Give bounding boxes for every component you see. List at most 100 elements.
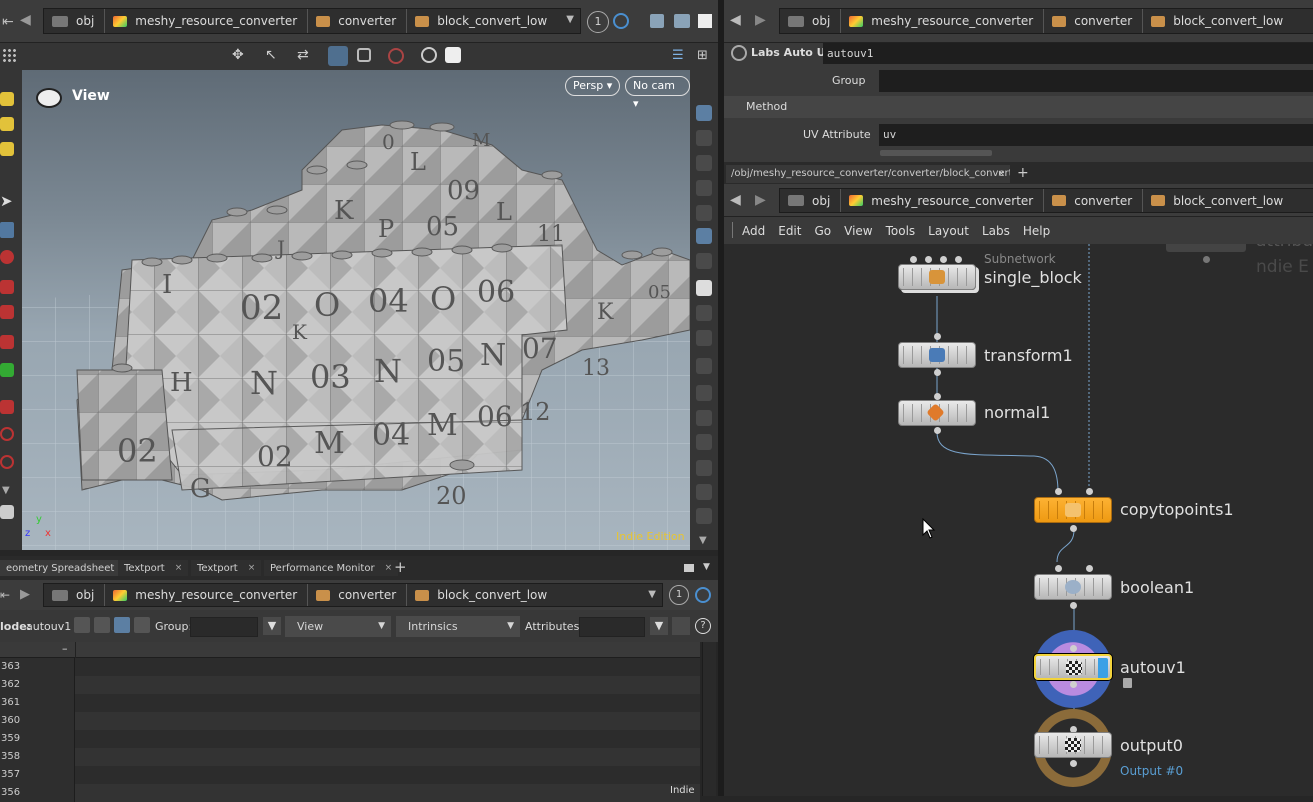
- close-icon[interactable]: ×: [248, 563, 256, 573]
- tab-textport-1[interactable]: Textport ×: [118, 560, 189, 576]
- desktop-number[interactable]: 1: [587, 11, 609, 33]
- subnet-input-dot[interactable]: [940, 256, 947, 263]
- table-row[interactable]: 359: [0, 730, 700, 748]
- ghost-icon[interactable]: [696, 228, 712, 244]
- crumb-obj[interactable]: obj: [780, 189, 842, 212]
- move-tool-icon[interactable]: ↖: [265, 47, 283, 65]
- bottom-desktop-number[interactable]: 1: [669, 585, 689, 605]
- tab-performance-monitor[interactable]: Performance Monitor ×: [264, 560, 399, 576]
- normal-icon[interactable]: [696, 385, 712, 401]
- pane-icon-1[interactable]: [650, 14, 664, 28]
- select-tool-icon[interactable]: ✥: [232, 47, 250, 65]
- viewport-3d[interactable]: 02 O 04 O 06 N 03 N 05 N 07 02 M 04 M 06…: [22, 70, 690, 550]
- dot-icon[interactable]: [696, 358, 712, 374]
- primitives-mode-icon[interactable]: [114, 617, 130, 633]
- expand-tools-icon[interactable]: ▼: [2, 485, 10, 496]
- close-view-icon[interactable]: [696, 180, 712, 196]
- eraser-tool-icon[interactable]: [0, 142, 14, 156]
- menu-go[interactable]: Go: [814, 224, 831, 238]
- more-tools-icon[interactable]: ▼: [699, 535, 707, 546]
- bottom-link-icon[interactable]: [695, 587, 711, 603]
- edit-tool-icon[interactable]: [0, 335, 14, 349]
- node-transform1[interactable]: [898, 342, 976, 368]
- input-dot[interactable]: [1055, 488, 1062, 495]
- node-output0[interactable]: [1034, 732, 1112, 758]
- grid-menu-icon[interactable]: [2, 48, 18, 64]
- table-row[interactable]: 360: [0, 712, 700, 730]
- pane-menu-icon[interactable]: [684, 564, 694, 572]
- lock-icon[interactable]: [1123, 678, 1132, 688]
- table-row[interactable]: 363: [0, 658, 700, 676]
- output-dot[interactable]: [1070, 525, 1077, 532]
- knife-tool-icon[interactable]: [0, 427, 14, 441]
- spreadsheet-scrollbar[interactable]: [702, 642, 716, 796]
- filter-icon[interactable]: ▼: [263, 617, 281, 635]
- view-icon[interactable]: [36, 88, 62, 108]
- node-autouv1[interactable]: [1034, 654, 1112, 680]
- group-param-input[interactable]: [879, 70, 1313, 92]
- pointer-icon[interactable]: ➤: [0, 192, 13, 210]
- crumb-block-convert[interactable]: block_convert_low: [407, 9, 557, 33]
- help-icon[interactable]: ?: [695, 618, 711, 634]
- output-dot[interactable]: [1070, 681, 1077, 688]
- lock-camera-icon[interactable]: [696, 155, 712, 171]
- uv-attribute-input[interactable]: uv: [879, 124, 1313, 146]
- param-scrollbar[interactable]: [880, 150, 992, 156]
- pose-tool-icon[interactable]: [0, 305, 14, 319]
- handle-tool-icon[interactable]: [0, 280, 14, 294]
- table-row[interactable]: 361: [0, 694, 700, 712]
- cut-tool-icon[interactable]: [0, 400, 14, 414]
- skull-icon[interactable]: [696, 253, 712, 269]
- brush-tool-icon[interactable]: [0, 92, 14, 106]
- node-normal1[interactable]: [898, 400, 976, 426]
- right-back-icon[interactable]: ◀: [730, 12, 741, 28]
- input-dot[interactable]: [1086, 565, 1093, 572]
- menu-help[interactable]: Help: [1023, 224, 1050, 238]
- close-icon[interactable]: ×: [175, 563, 183, 573]
- net-forward-icon[interactable]: ▶: [755, 192, 766, 208]
- ghost-node[interactable]: [1166, 244, 1246, 252]
- number-icon[interactable]: [696, 434, 712, 450]
- crumb-meshy[interactable]: meshy_resource_converter: [841, 189, 1045, 212]
- method-section[interactable]: [724, 96, 1313, 118]
- background-icon[interactable]: [696, 280, 712, 296]
- camera-menu[interactable]: No cam ▾: [625, 76, 690, 110]
- ghost-output-dot[interactable]: [1203, 256, 1210, 263]
- input-dot[interactable]: [1086, 488, 1093, 495]
- table-row[interactable]: 358: [0, 748, 700, 766]
- table-row[interactable]: 356: [0, 784, 700, 802]
- output-dot[interactable]: [934, 369, 941, 376]
- ruler-icon[interactable]: [696, 508, 712, 524]
- path-root-icon[interactable]: obj: [44, 9, 106, 33]
- wireframe-icon[interactable]: [696, 130, 712, 146]
- pane-icon-2[interactable]: [674, 14, 690, 28]
- display-icon[interactable]: [696, 105, 712, 121]
- gear-icon[interactable]: [445, 47, 461, 63]
- menu-add[interactable]: Add: [742, 224, 765, 238]
- number2-icon[interactable]: [696, 484, 712, 500]
- tab-textport-2[interactable]: Textport ×: [191, 560, 262, 576]
- lasso-tool-icon[interactable]: [0, 455, 14, 469]
- group-filter-input[interactable]: [190, 617, 258, 637]
- crumb-converter[interactable]: converter: [308, 9, 408, 33]
- hide-icon[interactable]: [696, 305, 712, 321]
- node-boolean1[interactable]: [1034, 574, 1112, 600]
- back-arrow-icon[interactable]: ⇤: [2, 14, 14, 30]
- pin-icon[interactable]: [672, 617, 690, 635]
- node-single-block[interactable]: [898, 264, 976, 290]
- menu-view[interactable]: View: [844, 224, 872, 238]
- link-icon[interactable]: [613, 13, 629, 29]
- input-dot[interactable]: [1070, 645, 1077, 652]
- subnet-input-dot[interactable]: [925, 256, 932, 263]
- path-dropdown-icon[interactable]: ▼: [566, 14, 574, 25]
- rotate-tool-icon[interactable]: ⇄: [297, 47, 315, 65]
- menu-tools[interactable]: Tools: [886, 224, 916, 238]
- crumb-converter[interactable]: converter: [1044, 9, 1144, 33]
- paint-tool-icon[interactable]: [0, 117, 14, 131]
- snap-tool-icon[interactable]: [328, 46, 348, 66]
- back-button[interactable]: ◀: [20, 12, 31, 28]
- pane-dropdown-icon[interactable]: ▼: [703, 562, 710, 572]
- intrinsics-dropdown[interactable]: Intrinsics ▼: [396, 616, 520, 637]
- menu-edit[interactable]: Edit: [778, 224, 801, 238]
- crumb-converter[interactable]: converter: [1044, 189, 1144, 212]
